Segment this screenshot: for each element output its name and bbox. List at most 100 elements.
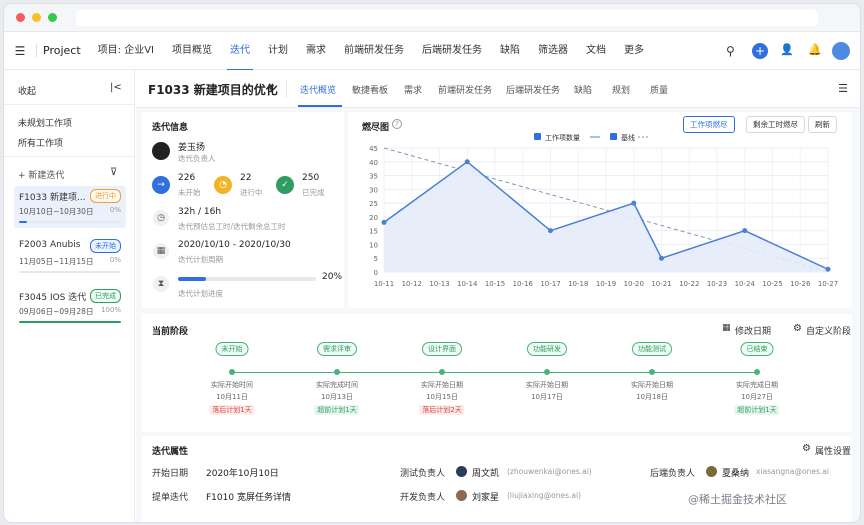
nav-backend[interactable]: 后端研发任务 bbox=[413, 32, 491, 70]
y-tick-label: 45 bbox=[369, 145, 378, 153]
stage-dot bbox=[439, 369, 445, 375]
iteration-item[interactable]: F2003 Anubis 未开始 11月05日~11月15日 0% bbox=[14, 236, 126, 278]
stage-date-label: 实际开始日期 bbox=[421, 381, 463, 389]
y-tick-label: 10 bbox=[369, 241, 378, 249]
menu-toggle-icon[interactable]: ☰ bbox=[4, 44, 36, 58]
tab-kanban[interactable]: 敏捷看板 bbox=[352, 83, 388, 96]
calendar-icon[interactable]: ▦ bbox=[722, 323, 731, 333]
data-point bbox=[659, 255, 664, 261]
refresh-button[interactable]: 刷新 bbox=[808, 116, 837, 133]
property-settings-button[interactable]: 属性设置 bbox=[815, 444, 851, 457]
tab-frontend[interactable]: 前端研发任务 bbox=[438, 83, 492, 96]
y-tick-label: 5 bbox=[374, 255, 378, 263]
stage-tag[interactable]: 功能研发 bbox=[527, 342, 567, 356]
tab-planning[interactable]: 规划 bbox=[612, 83, 630, 96]
nav-plan[interactable]: 计划 bbox=[259, 32, 297, 70]
x-tick-label: 10-14 bbox=[457, 280, 478, 288]
iteration-item[interactable]: F1033 新建项... 进行中 10月10日~10月30日 0% bbox=[14, 186, 126, 228]
custom-stage-button[interactable]: 自定义阶段 bbox=[806, 324, 851, 337]
page-title[interactable]: F1033 新建项目的优化 bbox=[148, 81, 278, 98]
dev-owner-name[interactable]: 刘家星 bbox=[472, 490, 499, 503]
tab-quality[interactable]: 质量 bbox=[650, 83, 668, 96]
x-tick-label: 10-17 bbox=[540, 280, 560, 288]
maximize-window-icon[interactable] bbox=[48, 13, 57, 22]
burndown-hours-button[interactable]: 剩余工时燃尽 bbox=[746, 116, 805, 133]
divider bbox=[4, 156, 134, 157]
stage-tag[interactable]: 已结束 bbox=[740, 342, 774, 356]
progress-bar bbox=[19, 221, 121, 223]
search-icon[interactable]: ⚲ bbox=[726, 44, 735, 58]
iteration-item[interactable]: F3045 IOS 迭代 已完成 09月06日~09月28日 100% bbox=[14, 286, 126, 328]
burndown-chart: 0 5 10 15 20 25 30 35 40 45 10-11 10-12 10-13 10-14 10… bbox=[369, 133, 838, 288]
legend-checkbox-icon bbox=[610, 133, 617, 140]
project-scope[interactable]: 项目: 企业VI bbox=[89, 32, 163, 70]
stage-tag[interactable]: 未开始 bbox=[215, 342, 249, 356]
x-tick-label: 10-23 bbox=[707, 280, 727, 288]
new-iteration-button[interactable]: + 新建迭代 bbox=[18, 168, 64, 181]
avatar[interactable] bbox=[832, 42, 850, 60]
collapse-icon[interactable]: |< bbox=[110, 82, 122, 93]
nav-iteration[interactable]: 迭代 bbox=[221, 32, 259, 71]
x-tick-label: 10-15 bbox=[485, 280, 505, 288]
stage-tag[interactable]: 设计界面 bbox=[422, 342, 462, 356]
stage-date-value: 10月11日 bbox=[216, 393, 248, 401]
nav-docs[interactable]: 文档 bbox=[577, 32, 615, 70]
x-tick-label: 10-26 bbox=[790, 280, 811, 288]
y-tick-label: 40 bbox=[369, 159, 378, 167]
sidebar-item-all[interactable]: 所有工作项 bbox=[18, 136, 63, 149]
stage-status-badge: 落后计划2天 bbox=[419, 405, 465, 415]
iteration-progress: 0% bbox=[109, 256, 121, 264]
prev-iteration-label: 提单迭代 bbox=[152, 493, 189, 503]
minimize-window-icon[interactable] bbox=[32, 13, 41, 22]
chevron-down-icon[interactable]: ▼ bbox=[268, 83, 274, 92]
plan-progress-bar bbox=[178, 277, 316, 281]
prev-iteration-value[interactable]: F1010 宽屏任务详情 bbox=[206, 490, 291, 503]
start-date-value: 2020年10月10日 bbox=[206, 469, 279, 479]
backend-owner-name[interactable]: 夏桑纳 bbox=[722, 466, 749, 479]
avatar bbox=[152, 142, 170, 160]
stage-tag[interactable]: 功能测试 bbox=[632, 342, 672, 356]
close-window-icon[interactable] bbox=[16, 13, 25, 22]
tab-requirements[interactable]: 需求 bbox=[404, 83, 422, 96]
x-tick-label: 10-22 bbox=[679, 280, 699, 288]
nav-requirements[interactable]: 需求 bbox=[297, 32, 335, 70]
collapse-label[interactable]: 收起 bbox=[18, 84, 36, 97]
tab-backend[interactable]: 后端研发任务 bbox=[506, 83, 560, 96]
in-progress-icon: ◔ bbox=[214, 176, 232, 194]
nav-filters[interactable]: 筛选器 bbox=[529, 32, 577, 70]
add-member-icon[interactable]: 👤 bbox=[780, 43, 794, 56]
stage-tag[interactable]: 需求评审 bbox=[317, 342, 357, 356]
burndown-card: 燃尽图 ? 工作项燃尽 剩余工时燃尽 刷新 0 5 10 15 20 25 30 35 40 45… bbox=[348, 112, 852, 308]
section-title: 迭代信息 bbox=[152, 123, 189, 133]
burndown-items-button[interactable]: 工作项燃尽 bbox=[683, 116, 735, 133]
tab-bugs[interactable]: 缺陷 bbox=[574, 83, 592, 96]
gear-icon[interactable]: ⚙ bbox=[802, 443, 811, 454]
gear-icon[interactable]: ⚙ bbox=[793, 323, 802, 334]
help-icon[interactable]: ? bbox=[392, 119, 402, 129]
project-label[interactable]: Project bbox=[36, 44, 89, 57]
data-point bbox=[464, 159, 470, 165]
address-bar[interactable] bbox=[76, 10, 818, 26]
notification-bell-icon[interactable]: 🔔 bbox=[808, 43, 822, 56]
iteration-dates: 11月05日~11月15日 bbox=[19, 257, 94, 266]
test-owner-name[interactable]: 周文凯 bbox=[472, 466, 499, 479]
tab-overview[interactable]: 迭代概览 bbox=[300, 83, 336, 96]
backend-owner-label: 后端负责人 bbox=[650, 469, 696, 479]
nav-overview[interactable]: 项目概览 bbox=[163, 32, 221, 70]
filter-icon[interactable]: ⊽ bbox=[110, 167, 117, 178]
nav-frontend[interactable]: 前端研发任务 bbox=[335, 32, 413, 70]
data-point bbox=[742, 228, 748, 234]
stat-label: 进行中 bbox=[240, 188, 263, 197]
sidebar-item-unplanned[interactable]: 未规划工作项 bbox=[18, 116, 72, 129]
iteration-name: F1033 新建项... bbox=[19, 193, 86, 203]
stage-date-label: 实际完成时间 bbox=[316, 381, 358, 389]
x-tick-label: 10-12 bbox=[402, 280, 422, 288]
iteration-name: F2003 Anubis bbox=[19, 240, 81, 250]
nav-bugs[interactable]: 缺陷 bbox=[491, 32, 529, 70]
stat-in-progress: 22 bbox=[240, 173, 252, 183]
list-view-icon[interactable]: ☰ bbox=[838, 82, 848, 95]
legend-label-items: 工作项数量 bbox=[545, 133, 580, 142]
nav-more[interactable]: 更多 bbox=[615, 32, 653, 70]
add-icon[interactable]: + bbox=[752, 43, 768, 59]
modify-date-button[interactable]: 修改日期 bbox=[735, 324, 771, 337]
